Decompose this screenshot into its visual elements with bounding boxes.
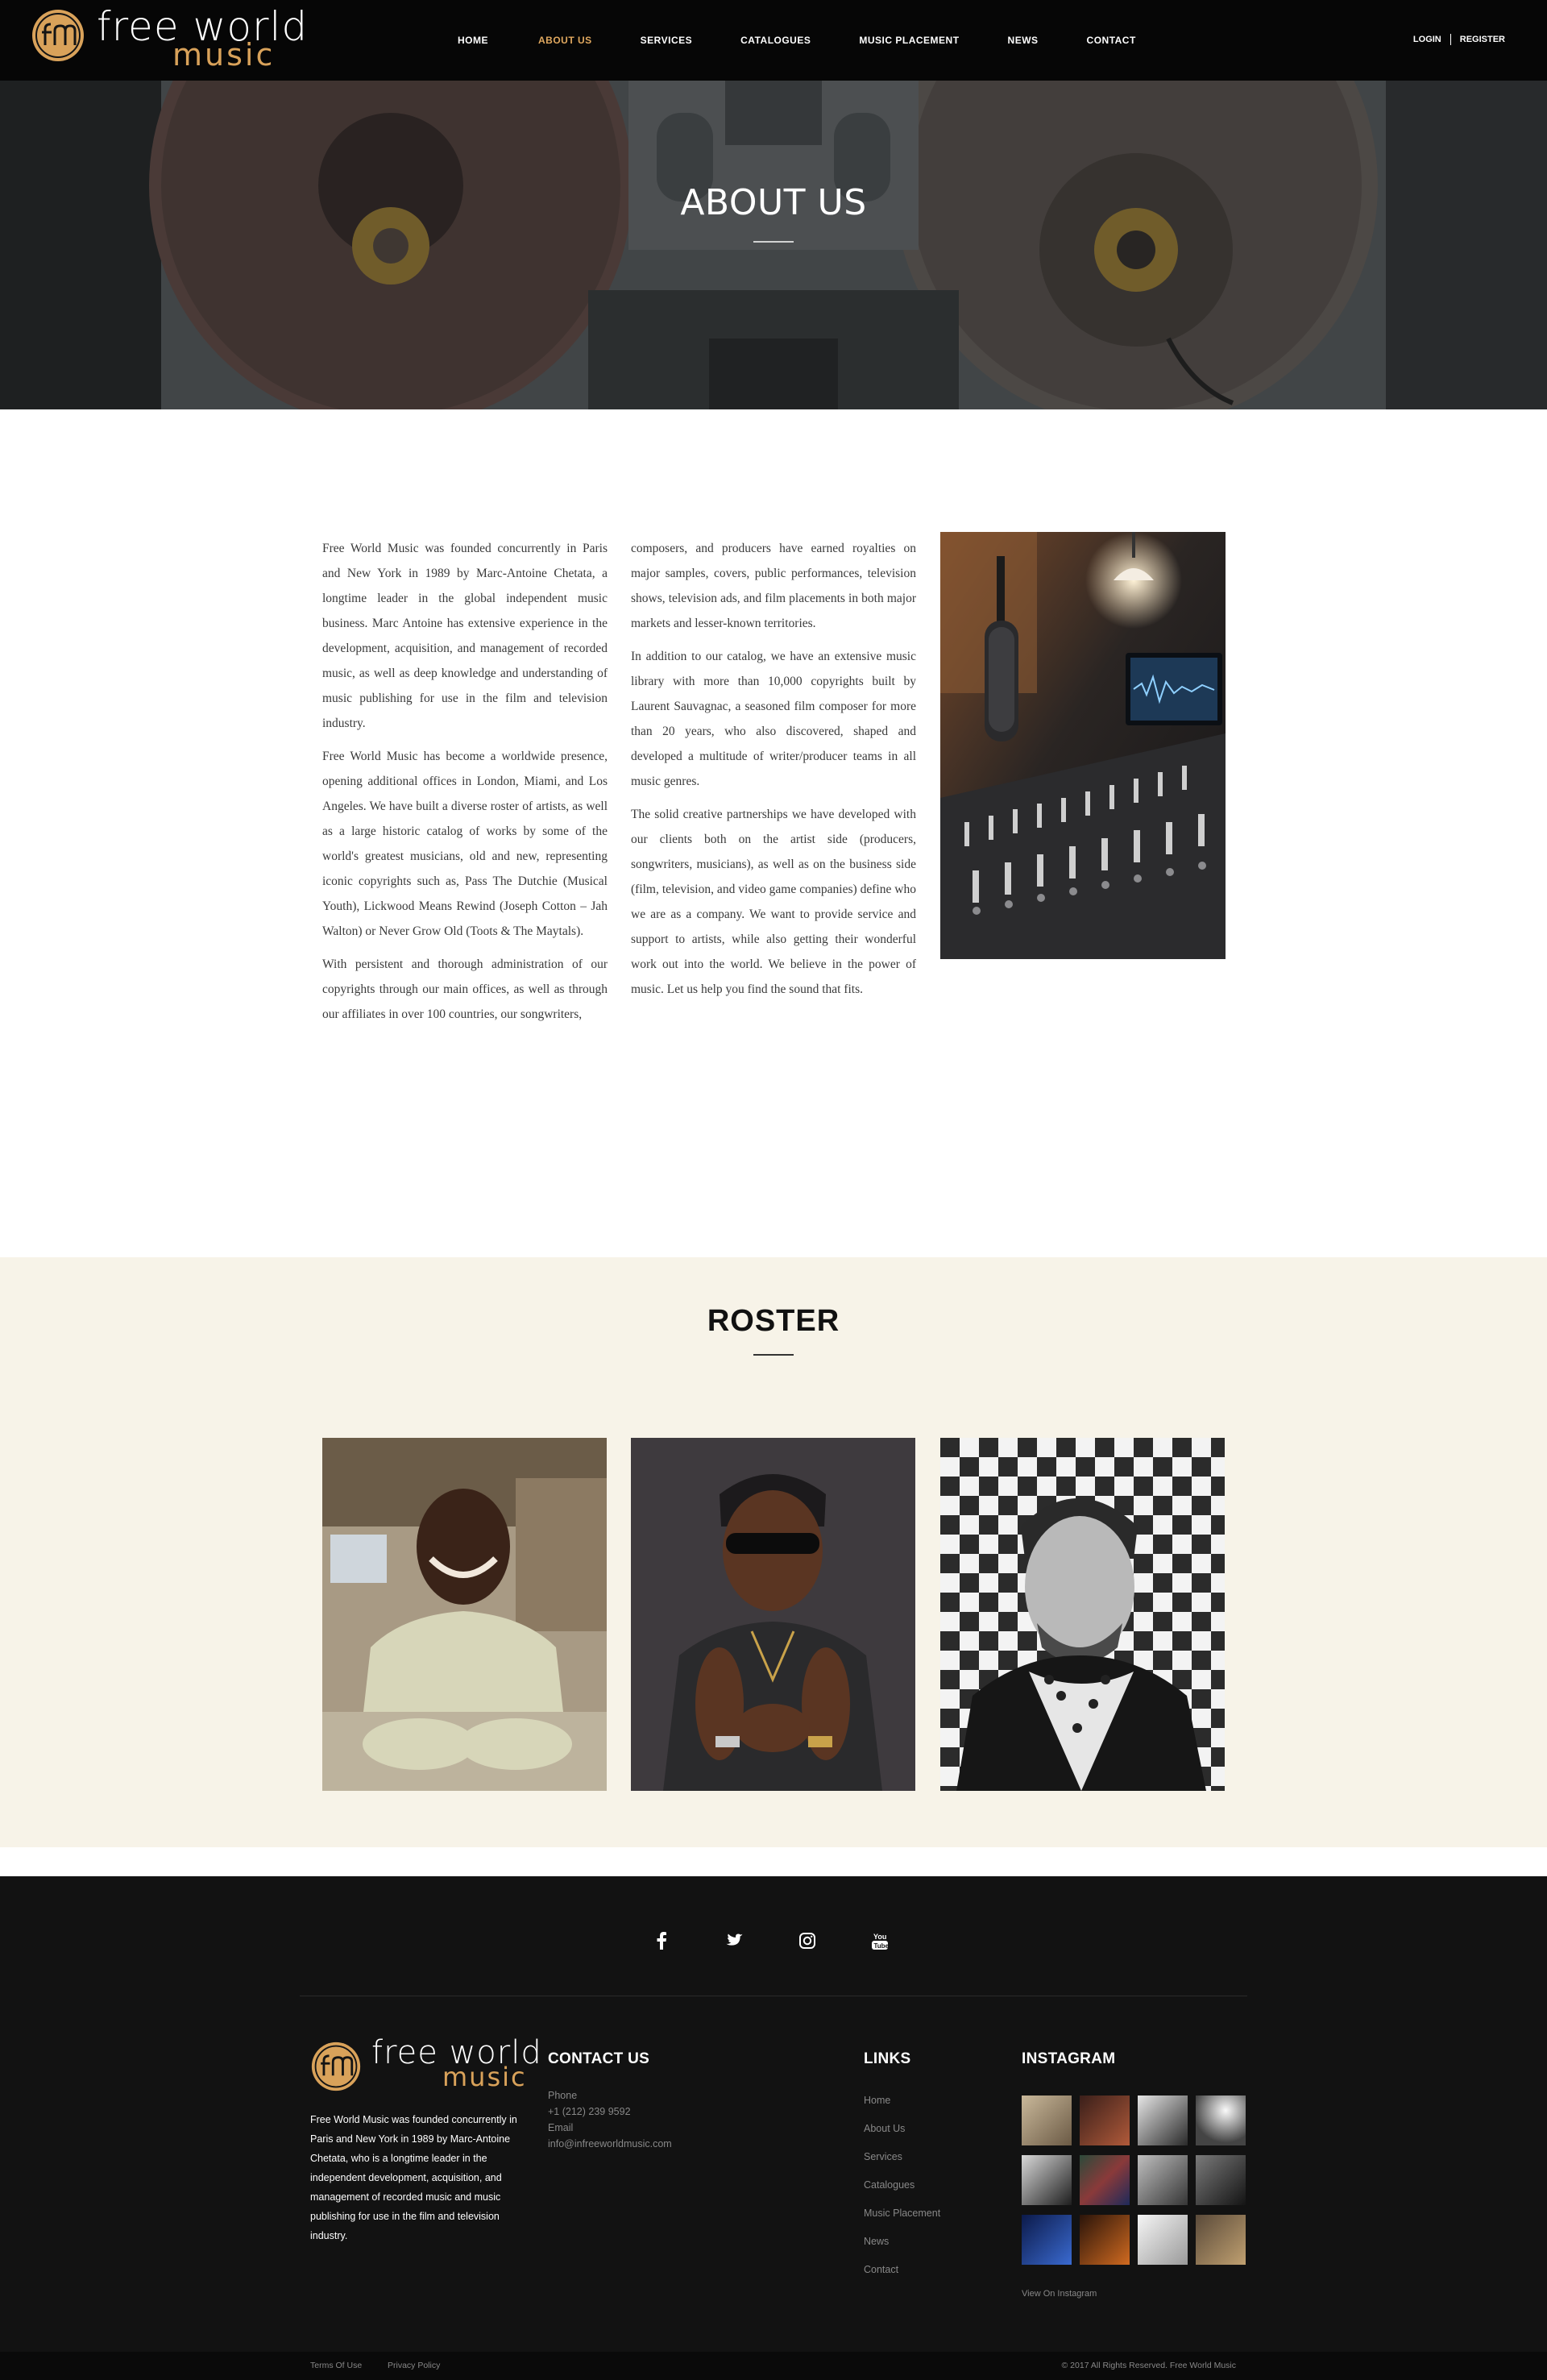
instagram-thumbnail[interactable] [1196,2215,1246,2265]
instagram-thumbnail[interactable] [1022,2155,1072,2205]
instagram-heading: INSTAGRAM [1022,2050,1116,2067]
footer-link-news[interactable]: News [864,2233,940,2249]
tape-machine-image [0,81,1547,409]
artist-portrait-man-sunglasses [631,1438,915,1791]
artist-portrait-smiling-man [322,1438,607,1791]
footer-link-catalogues[interactable]: Catalogues [864,2177,940,2193]
site-header: free world music HOME ABOUT US SERVICES … [0,0,1547,81]
footer-link-about-us[interactable]: About Us [864,2120,940,2137]
roster-artist-photo-2[interactable] [631,1438,915,1791]
nav-about-us[interactable]: ABOUT US [538,35,592,46]
page-title: ABOUT US [680,182,867,223]
about-paragraph: Free World Music has become a worldwide … [322,750,608,938]
roster-heading: ROSTER [707,1304,840,1338]
logo-mark-icon [311,2041,361,2091]
artist-portrait-man-checkered [940,1438,1225,1791]
instagram-thumbnail[interactable] [1196,2155,1246,2205]
about-paragraph: With persistent and thorough administrat… [322,957,608,1021]
footer-link-music-placement[interactable]: Music Placement [864,2205,940,2221]
footer-logo[interactable]: free world music [310,2034,541,2095]
twitter-icon[interactable] [718,1925,750,1957]
instagram-thumbnail[interactable] [1196,2095,1246,2145]
title-underline [753,241,794,243]
about-paragraph: In addition to our catalog, we have an e… [631,650,916,788]
email-address[interactable]: info@infreeworldmusic.com [548,2136,672,2152]
about-section: Free World Music was founded concurrentl… [0,409,1547,1257]
nav-contact[interactable]: CONTACT [1087,35,1136,46]
facebook-icon[interactable] [645,1925,678,1957]
phone-label: Phone [548,2090,578,2101]
instagram-thumbnail[interactable] [1022,2095,1072,2145]
main-nav: HOME ABOUT US SERVICES CATALOGUES MUSIC … [458,0,1136,81]
instagram-grid [1022,2095,1246,2265]
about-column-1: Free World Music was founded concurrentl… [322,536,608,1035]
studio-image [940,532,1226,959]
footer-link-services[interactable]: Services [864,2149,940,2165]
footer-about-text: Free World Music was founded concurrentl… [310,2114,517,2241]
svg-text:You: You [873,1933,886,1941]
about-paragraph: The solid creative partnerships we have … [631,808,916,996]
footer-link-home[interactable]: Home [864,2092,940,2108]
contact-details: Phone +1 (212) 239 9592 Email info@infre… [548,2087,672,2152]
logo-text-music: music [442,2062,527,2092]
instagram-thumbnail[interactable] [1138,2155,1188,2205]
youtube-icon[interactable]: You Tube [864,1925,896,1957]
contact-heading: CONTACT US [548,2050,650,2067]
instagram-thumbnail[interactable] [1080,2155,1130,2205]
logo-mark-icon [32,10,84,61]
footer-links: Home About Us Services Catalogues Music … [864,2092,940,2290]
instagram-thumbnail[interactable] [1138,2215,1188,2265]
nav-catalogues[interactable]: CATALOGUES [740,35,811,46]
roster-artist-photo-3[interactable] [940,1438,1225,1791]
roster-underline [753,1354,794,1356]
about-column-2: composers, and producers have earned roy… [631,536,916,1010]
footer-link-contact[interactable]: Contact [864,2262,940,2278]
privacy-policy-link[interactable]: Privacy Policy [388,2361,440,2370]
site-logo[interactable]: free world music [31,3,307,74]
nav-music-placement[interactable]: MUSIC PLACEMENT [859,35,959,46]
phone-number[interactable]: +1 (212) 239 9592 [548,2104,672,2120]
instagram-thumbnail[interactable] [1022,2215,1072,2265]
studio-mixer-illustration [940,532,1226,959]
copyright-bar: Terms Of Use Privacy Policy © 2017 All R… [0,2352,1547,2380]
instagram-thumbnail[interactable] [1080,2215,1130,2265]
email-label: Email [548,2122,574,2133]
nav-news[interactable]: NEWS [1008,35,1039,46]
roster-artist-photo-1[interactable] [322,1438,607,1791]
about-paragraph: Free World Music was founded concurrentl… [322,542,608,730]
instagram-icon[interactable] [791,1925,823,1957]
nav-home[interactable]: HOME [458,35,488,46]
copyright-text: © 2017 All Rights Reserved. Free World M… [1061,2361,1236,2370]
about-paragraph: composers, and producers have earned roy… [631,542,916,630]
links-heading: LINKS [864,2050,911,2067]
view-on-instagram-link[interactable]: View On Instagram [1022,2289,1097,2299]
svg-text:Tube: Tube [874,1942,890,1950]
hero-banner: ABOUT US [0,81,1547,409]
terms-of-use-link[interactable]: Terms Of Use [310,2361,362,2370]
login-link[interactable]: LOGIN [1413,35,1441,44]
auth-links: LOGIN REGISTER [1413,34,1505,45]
logo-text-music: music [172,37,276,73]
instagram-thumbnail[interactable] [1138,2095,1188,2145]
roster-section: ROSTER [0,1257,1547,1847]
register-link[interactable]: REGISTER [1460,35,1505,44]
section-spacer [0,1847,1547,1876]
site-footer: You Tube free world music Free World Musi… [0,1876,1547,2352]
auth-divider [1450,34,1451,45]
instagram-thumbnail[interactable] [1080,2095,1130,2145]
nav-services[interactable]: SERVICES [641,35,692,46]
